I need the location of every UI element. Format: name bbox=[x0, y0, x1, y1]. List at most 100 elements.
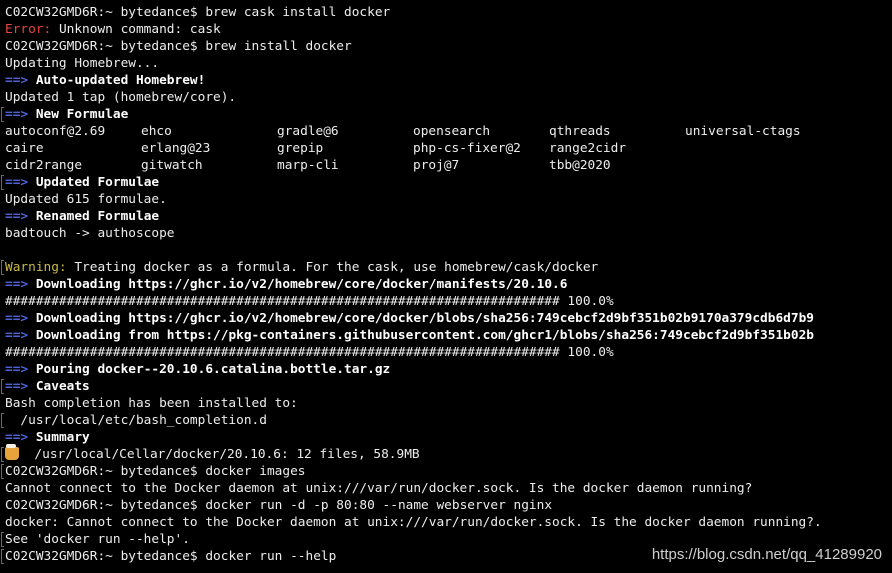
output-text: docker: Cannot connect to the Docker dae… bbox=[5, 515, 822, 530]
terminal-line: ==> Caveats bbox=[0, 378, 892, 395]
terminal-line: Cannot connect to the Docker daemon at u… bbox=[0, 480, 892, 497]
formula-name: marp-cli bbox=[277, 158, 339, 173]
output-text: Updated 1 tap (homebrew/core). bbox=[5, 90, 237, 105]
selection-marker bbox=[1, 413, 4, 428]
section-heading: Downloading from https://pkg-containers.… bbox=[28, 328, 814, 343]
terminal-line: Bash completion has been installed to: bbox=[0, 395, 892, 412]
formula-name: cidr2range bbox=[5, 158, 83, 173]
terminal-line: ==> Updated Formulae bbox=[0, 174, 892, 191]
terminal-line: C02CW32GMD6R:~ bytedance$ docker images bbox=[0, 463, 892, 480]
command-text: docker images bbox=[205, 464, 306, 479]
selection-marker bbox=[1, 549, 4, 564]
error-label: Error: bbox=[5, 22, 52, 37]
terminal-line: ########################################… bbox=[0, 293, 892, 310]
arrow-marker: ==> bbox=[5, 277, 29, 292]
arrow-marker: ==> bbox=[5, 328, 29, 343]
section-heading: Summary bbox=[28, 430, 90, 445]
selection-marker bbox=[1, 447, 4, 462]
formula-name: gradle@6 bbox=[277, 124, 339, 139]
output-text: Updating Homebrew... bbox=[5, 56, 160, 71]
selection-marker bbox=[1, 379, 4, 394]
formula-name: qthreads bbox=[549, 124, 611, 139]
formula-name: proj@7 bbox=[413, 158, 460, 173]
output-text: ########################################… bbox=[5, 345, 614, 360]
shell-prompt: C02CW32GMD6R:~ bytedance$ bbox=[5, 498, 206, 513]
terminal-line: ==> New Formulae bbox=[0, 106, 892, 123]
formula-name: ehco bbox=[141, 124, 172, 139]
section-heading: Pouring docker--20.10.6.catalina.bottle.… bbox=[28, 362, 391, 377]
shell-prompt: C02CW32GMD6R:~ bytedance$ bbox=[5, 464, 206, 479]
formula-name: erlang@23 bbox=[141, 141, 211, 156]
arrow-marker: ==> bbox=[5, 362, 29, 377]
section-heading: Renamed Formulae bbox=[28, 209, 160, 224]
selection-marker bbox=[1, 260, 4, 275]
terminal-line: Warning: Treating docker as a formula. F… bbox=[0, 259, 892, 276]
terminal-line: ==> Renamed Formulae bbox=[0, 208, 892, 225]
formula-name: autoconf@2.69 bbox=[5, 124, 106, 139]
terminal-line: C02CW32GMD6R:~ bytedance$ brew cask inst… bbox=[0, 4, 892, 21]
section-heading: Auto-updated Homebrew! bbox=[28, 73, 206, 88]
terminal-line: Error: Unknown command: cask bbox=[0, 21, 892, 38]
output-text: /usr/local/etc/bash_completion.d bbox=[5, 413, 267, 428]
terminal-line: Updating Homebrew... bbox=[0, 55, 892, 72]
terminal-line: badtouch -> authoscope bbox=[0, 225, 892, 242]
terminal-line: caire erlang@23 grepip php-cs-fixer@2 range2… bbox=[0, 140, 892, 157]
command-text: docker run --help bbox=[205, 549, 337, 564]
terminal-line: Updated 615 formulae. bbox=[0, 191, 892, 208]
terminal-line: C02CW32GMD6R:~ bytedance$ brew install d… bbox=[0, 38, 892, 55]
arrow-marker: ==> bbox=[5, 175, 29, 190]
formula-name: php-cs-fixer@2 bbox=[413, 141, 521, 156]
command-text: brew install docker bbox=[205, 39, 352, 54]
output-text: Cannot connect to the Docker daemon at u… bbox=[5, 481, 753, 496]
command-text: brew cask install docker bbox=[205, 5, 391, 20]
formula-name: gitwatch bbox=[141, 158, 203, 173]
terminal-output[interactable]: C02CW32GMD6R:~ bytedance$ brew cask inst… bbox=[0, 0, 892, 573]
arrow-marker: ==> bbox=[5, 379, 29, 394]
selection-marker bbox=[1, 107, 4, 122]
terminal-line: ==> Downloading https://ghcr.io/v2/homeb… bbox=[0, 310, 892, 327]
beer-icon bbox=[5, 444, 19, 460]
arrow-marker: ==> bbox=[5, 107, 29, 122]
shell-prompt: C02CW32GMD6R:~ bytedance$ bbox=[5, 549, 206, 564]
formula-name: universal-ctags bbox=[685, 124, 801, 139]
shell-prompt: C02CW32GMD6R:~ bytedance$ bbox=[5, 5, 206, 20]
terminal-line: cidr2range gitwatch marp-cli proj@7 tbb@2020 bbox=[0, 157, 892, 174]
section-heading: Updated Formulae bbox=[28, 175, 160, 190]
terminal-line: /usr/local/Cellar/docker/20.10.6: 12 fil… bbox=[0, 444, 892, 463]
warning-label: Warning: bbox=[5, 260, 67, 275]
section-heading: Downloading https://ghcr.io/v2/homebrew/… bbox=[28, 277, 568, 292]
terminal-line: autoconf@2.69 ehco gradle@6 opensearch qthre… bbox=[0, 123, 892, 140]
watermark: https://blog.csdn.net/qq_41289920 bbox=[651, 546, 882, 563]
formula-name: grepip bbox=[277, 141, 324, 156]
formula-name: opensearch bbox=[413, 124, 491, 139]
terminal-line: /usr/local/etc/bash_completion.d bbox=[0, 412, 892, 429]
selection-marker bbox=[1, 175, 4, 190]
selection-marker bbox=[1, 532, 4, 547]
arrow-marker: ==> bbox=[5, 73, 29, 88]
command-text: docker run -d -p 80:80 --name webserver … bbox=[205, 498, 553, 513]
section-heading: Downloading https://ghcr.io/v2/homebrew/… bbox=[28, 311, 814, 326]
terminal-line: C02CW32GMD6R:~ bytedance$ docker run -d … bbox=[0, 497, 892, 514]
output-text: Updated 615 formulae. bbox=[5, 192, 167, 207]
terminal-line: ==> Downloading from https://pkg-contain… bbox=[0, 327, 892, 344]
terminal-line: ==> Auto-updated Homebrew! bbox=[0, 72, 892, 89]
terminal-line: docker: Cannot connect to the Docker dae… bbox=[0, 514, 892, 531]
summary-text: /usr/local/Cellar/docker/20.10.6: 12 fil… bbox=[19, 447, 420, 462]
output-text: badtouch -> authoscope bbox=[5, 226, 175, 241]
arrow-marker: ==> bbox=[5, 209, 29, 224]
arrow-marker: ==> bbox=[5, 430, 29, 445]
formula-name: range2cidr bbox=[549, 141, 627, 156]
warning-message: Treating docker as a formula. For the ca… bbox=[66, 260, 599, 275]
selection-marker bbox=[1, 464, 4, 479]
terminal-line: ==> Downloading https://ghcr.io/v2/homeb… bbox=[0, 276, 892, 293]
formula-name: tbb@2020 bbox=[549, 158, 611, 173]
terminal-line: ==> Summary bbox=[0, 429, 892, 446]
output-text: Bash completion has been installed to: bbox=[5, 396, 298, 411]
shell-prompt: C02CW32GMD6R:~ bytedance$ bbox=[5, 39, 206, 54]
formula-name: caire bbox=[5, 141, 44, 156]
terminal-line: Updated 1 tap (homebrew/core). bbox=[0, 89, 892, 106]
section-heading: New Formulae bbox=[28, 107, 129, 122]
error-message: Unknown command: cask bbox=[51, 22, 221, 37]
output-text: ########################################… bbox=[5, 294, 614, 309]
